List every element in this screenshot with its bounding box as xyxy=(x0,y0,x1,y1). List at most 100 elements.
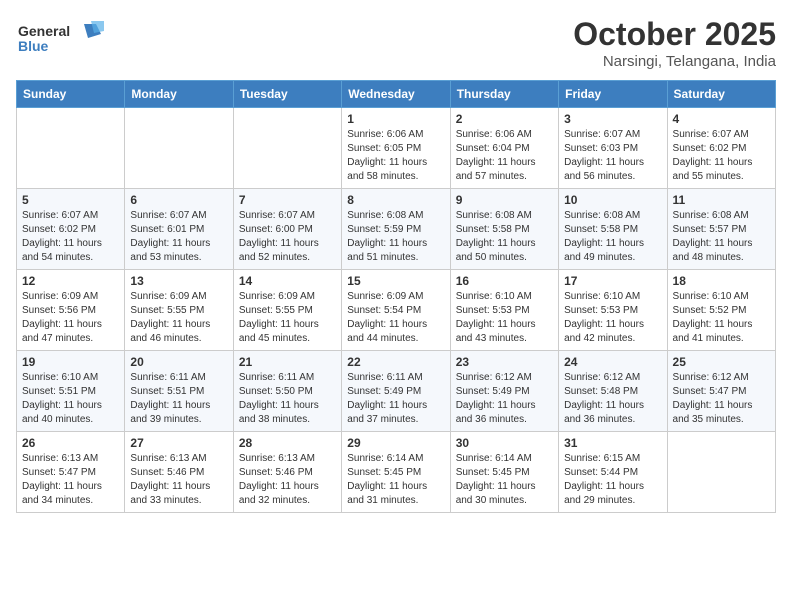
calendar-cell: 21 Sunrise: 6:11 AM Sunset: 5:50 PM Dayli… xyxy=(233,351,341,432)
day-number: 13 xyxy=(130,274,227,288)
day-number: 8 xyxy=(347,193,444,207)
calendar-cell xyxy=(125,108,233,189)
calendar-cell: 30Sunrise: 6:14 AM Sunset: 5:45 PM Dayli… xyxy=(450,432,558,513)
calendar-cell: 27 Sunrise: 6:13 AM Sunset: 5:46 PM Dayli… xyxy=(125,432,233,513)
day-info: Sunrise: 6:08 AM Sunset: 5:59 PM Dayligh… xyxy=(347,209,444,265)
day-info: Sunrise: 6:08 AM Sunset: 5:57 PM Dayligh… xyxy=(673,209,770,265)
calendar-table: SundayMondayTuesdayWednesdayThursdayFrid… xyxy=(16,80,776,513)
day-number: 28 xyxy=(239,436,336,450)
day-info: Sunrise: 6:07 AM Sunset: 6:02 PM Dayligh… xyxy=(22,209,119,265)
day-number: 31 xyxy=(564,436,661,450)
calendar-cell: 20 Sunrise: 6:11 AM Sunset: 5:51 PM Dayli… xyxy=(125,351,233,432)
day-info: Sunrise: 6:14 AM Sunset: 5:45 PM Dayligh… xyxy=(347,452,444,508)
day-info: Sunrise: 6:10 AM Sunset: 5:52 PM Dayligh… xyxy=(673,290,770,346)
location: Narsingi, Telangana, India xyxy=(573,53,776,70)
day-info: Sunrise: 6:08 AM Sunset: 5:58 PM Dayligh… xyxy=(456,209,553,265)
day-info: Sunrise: 6:11 AM Sunset: 5:51 PM Dayligh… xyxy=(130,371,227,427)
calendar-cell: 24Sunrise: 6:12 AM Sunset: 5:48 PM Dayli… xyxy=(559,351,667,432)
calendar-week-5: 26 Sunrise: 6:13 AM Sunset: 5:47 PM Dayli… xyxy=(17,432,776,513)
day-info: Sunrise: 6:11 AM Sunset: 5:49 PM Dayligh… xyxy=(347,371,444,427)
calendar-cell: 9 Sunrise: 6:08 AM Sunset: 5:58 PM Daylig… xyxy=(450,189,558,270)
day-number: 2 xyxy=(456,112,553,126)
calendar-cell: 15Sunrise: 6:09 AM Sunset: 5:54 PM Dayli… xyxy=(342,270,450,351)
calendar-cell: 12Sunrise: 6:09 AM Sunset: 5:56 PM Dayli… xyxy=(17,270,125,351)
weekday-header-row: SundayMondayTuesdayWednesdayThursdayFrid… xyxy=(17,81,776,108)
day-info: Sunrise: 6:12 AM Sunset: 5:47 PM Dayligh… xyxy=(673,371,770,427)
calendar-cell: 7 Sunrise: 6:07 AM Sunset: 6:00 PM Daylig… xyxy=(233,189,341,270)
calendar-cell: 16Sunrise: 6:10 AM Sunset: 5:53 PM Dayli… xyxy=(450,270,558,351)
day-number: 22 xyxy=(347,355,444,369)
calendar-week-4: 19 Sunrise: 6:10 AM Sunset: 5:51 PM Dayli… xyxy=(17,351,776,432)
calendar-cell xyxy=(667,432,775,513)
calendar-cell xyxy=(17,108,125,189)
day-number: 16 xyxy=(456,274,553,288)
calendar-cell: 17Sunrise: 6:10 AM Sunset: 5:53 PM Dayli… xyxy=(559,270,667,351)
day-number: 29 xyxy=(347,436,444,450)
calendar-cell: 5 Sunrise: 6:07 AM Sunset: 6:02 PM Daylig… xyxy=(17,189,125,270)
day-number: 5 xyxy=(22,193,119,207)
day-info: Sunrise: 6:13 AM Sunset: 5:46 PM Dayligh… xyxy=(239,452,336,508)
day-info: Sunrise: 6:09 AM Sunset: 5:55 PM Dayligh… xyxy=(239,290,336,346)
day-number: 7 xyxy=(239,193,336,207)
weekday-header-saturday: Saturday xyxy=(667,81,775,108)
day-number: 18 xyxy=(673,274,770,288)
day-number: 4 xyxy=(673,112,770,126)
day-number: 20 xyxy=(130,355,227,369)
day-info: Sunrise: 6:07 AM Sunset: 6:02 PM Dayligh… xyxy=(673,128,770,184)
day-info: Sunrise: 6:12 AM Sunset: 5:48 PM Dayligh… xyxy=(564,371,661,427)
calendar-cell xyxy=(233,108,341,189)
day-number: 19 xyxy=(22,355,119,369)
weekday-header-wednesday: Wednesday xyxy=(342,81,450,108)
day-number: 1 xyxy=(347,112,444,126)
day-number: 21 xyxy=(239,355,336,369)
day-info: Sunrise: 6:13 AM Sunset: 5:47 PM Dayligh… xyxy=(22,452,119,508)
calendar-week-2: 5 Sunrise: 6:07 AM Sunset: 6:02 PM Daylig… xyxy=(17,189,776,270)
day-info: Sunrise: 6:06 AM Sunset: 6:04 PM Dayligh… xyxy=(456,128,553,184)
weekday-header-monday: Monday xyxy=(125,81,233,108)
calendar-cell: 22 Sunrise: 6:11 AM Sunset: 5:49 PM Dayli… xyxy=(342,351,450,432)
svg-text:Blue: Blue xyxy=(18,38,49,54)
calendar-cell: 8 Sunrise: 6:08 AM Sunset: 5:59 PM Daylig… xyxy=(342,189,450,270)
logo-icon: General Blue xyxy=(16,16,106,56)
weekday-header-tuesday: Tuesday xyxy=(233,81,341,108)
day-number: 10 xyxy=(564,193,661,207)
calendar-cell: 14 Sunrise: 6:09 AM Sunset: 5:55 PM Dayli… xyxy=(233,270,341,351)
day-info: Sunrise: 6:10 AM Sunset: 5:53 PM Dayligh… xyxy=(564,290,661,346)
calendar-cell: 4 Sunrise: 6:07 AM Sunset: 6:02 PM Daylig… xyxy=(667,108,775,189)
month-title: October 2025 xyxy=(573,16,776,53)
day-number: 3 xyxy=(564,112,661,126)
day-number: 12 xyxy=(22,274,119,288)
calendar-week-3: 12Sunrise: 6:09 AM Sunset: 5:56 PM Dayli… xyxy=(17,270,776,351)
calendar-cell: 31 Sunrise: 6:15 AM Sunset: 5:44 PM Dayli… xyxy=(559,432,667,513)
day-info: Sunrise: 6:15 AM Sunset: 5:44 PM Dayligh… xyxy=(564,452,661,508)
day-number: 23 xyxy=(456,355,553,369)
day-number: 14 xyxy=(239,274,336,288)
calendar-cell: 1Sunrise: 6:06 AM Sunset: 6:05 PM Daylig… xyxy=(342,108,450,189)
calendar-cell: 18 Sunrise: 6:10 AM Sunset: 5:52 PM Dayli… xyxy=(667,270,775,351)
logo: General Blue xyxy=(16,16,106,56)
day-number: 15 xyxy=(347,274,444,288)
calendar-cell: 2 Sunrise: 6:06 AM Sunset: 6:04 PM Daylig… xyxy=(450,108,558,189)
day-number: 9 xyxy=(456,193,553,207)
day-info: Sunrise: 6:10 AM Sunset: 5:51 PM Dayligh… xyxy=(22,371,119,427)
day-info: Sunrise: 6:09 AM Sunset: 5:55 PM Dayligh… xyxy=(130,290,227,346)
calendar-cell: 29 Sunrise: 6:14 AM Sunset: 5:45 PM Dayli… xyxy=(342,432,450,513)
day-number: 30 xyxy=(456,436,553,450)
calendar-cell: 25Sunrise: 6:12 AM Sunset: 5:47 PM Dayli… xyxy=(667,351,775,432)
svg-text:General: General xyxy=(18,23,70,39)
day-info: Sunrise: 6:08 AM Sunset: 5:58 PM Dayligh… xyxy=(564,209,661,265)
calendar-week-1: 1Sunrise: 6:06 AM Sunset: 6:05 PM Daylig… xyxy=(17,108,776,189)
day-info: Sunrise: 6:11 AM Sunset: 5:50 PM Dayligh… xyxy=(239,371,336,427)
title-block: October 2025 Narsingi, Telangana, India xyxy=(573,16,776,70)
day-info: Sunrise: 6:07 AM Sunset: 6:00 PM Dayligh… xyxy=(239,209,336,265)
calendar-cell: 10 Sunrise: 6:08 AM Sunset: 5:58 PM Dayli… xyxy=(559,189,667,270)
day-info: Sunrise: 6:12 AM Sunset: 5:49 PM Dayligh… xyxy=(456,371,553,427)
calendar-cell: 23 Sunrise: 6:12 AM Sunset: 5:49 PM Dayli… xyxy=(450,351,558,432)
day-number: 26 xyxy=(22,436,119,450)
weekday-header-friday: Friday xyxy=(559,81,667,108)
calendar-cell: 6Sunrise: 6:07 AM Sunset: 6:01 PM Daylig… xyxy=(125,189,233,270)
day-number: 27 xyxy=(130,436,227,450)
day-number: 6 xyxy=(130,193,227,207)
day-info: Sunrise: 6:07 AM Sunset: 6:03 PM Dayligh… xyxy=(564,128,661,184)
day-info: Sunrise: 6:13 AM Sunset: 5:46 PM Dayligh… xyxy=(130,452,227,508)
